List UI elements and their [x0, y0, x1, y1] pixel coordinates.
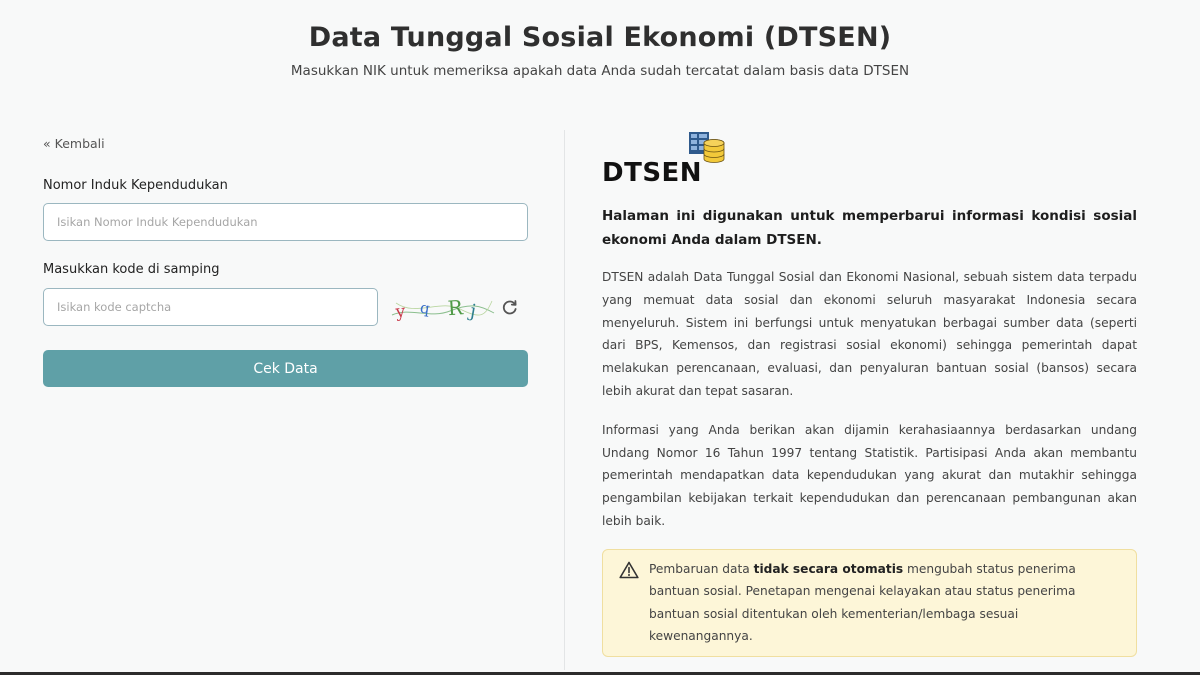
info-lead: Halaman ini digunakan untuk memperbarui … — [602, 208, 1137, 248]
info-paragraph: DTSEN adalah Data Tunggal Sosial dan Eko… — [602, 270, 1137, 398]
database-icon — [689, 132, 725, 163]
notice-text-prefix: Pembaruan data — [649, 561, 754, 576]
warning-triangle-icon — [619, 561, 639, 579]
svg-text:R: R — [447, 295, 465, 320]
svg-text:y: y — [394, 301, 407, 322]
captcha-label: Masukkan kode di samping — [43, 262, 220, 277]
svg-text:j: j — [467, 300, 478, 322]
refresh-icon[interactable] — [499, 296, 521, 318]
cek-data-button[interactable]: Cek Data — [43, 350, 528, 387]
page-header: Data Tunggal Sosial Ekonomi (DTSEN) Masu… — [0, 0, 1200, 79]
back-link[interactable]: « Kembali — [43, 136, 105, 151]
notice-text-emphasis: tidak secara otomatis — [753, 561, 904, 576]
svg-text:q: q — [419, 299, 431, 318]
nik-input[interactable] — [43, 203, 528, 241]
main-content: « Kembali Nomor Induk Kependudukan Masuk… — [0, 130, 1200, 670]
page-title: Data Tunggal Sosial Ekonomi (DTSEN) — [308, 22, 892, 53]
captcha-image: y q R j — [391, 295, 495, 322]
check-form: « Kembali Nomor Induk Kependudukan Masuk… — [43, 130, 528, 387]
captcha-input[interactable] — [43, 288, 378, 326]
dtsen-logo: DTSEN — [602, 130, 1137, 190]
notice-box: Pembaruan data tidak secara otomatis men… — [602, 548, 1137, 657]
captcha-row: y q R j — [43, 287, 528, 327]
info-panel: DTSEN Halaman ini digunakan untuk memper… — [602, 130, 1137, 657]
brand-text: DTSEN — [602, 158, 703, 188]
info-paragraph: Informasi yang Anda berikan akan dijamin… — [602, 422, 1137, 528]
column-divider — [564, 130, 565, 670]
nik-label: Nomor Induk Kependudukan — [43, 178, 228, 193]
page-subtitle: Masukkan NIK untuk memeriksa apakah data… — [290, 63, 910, 79]
